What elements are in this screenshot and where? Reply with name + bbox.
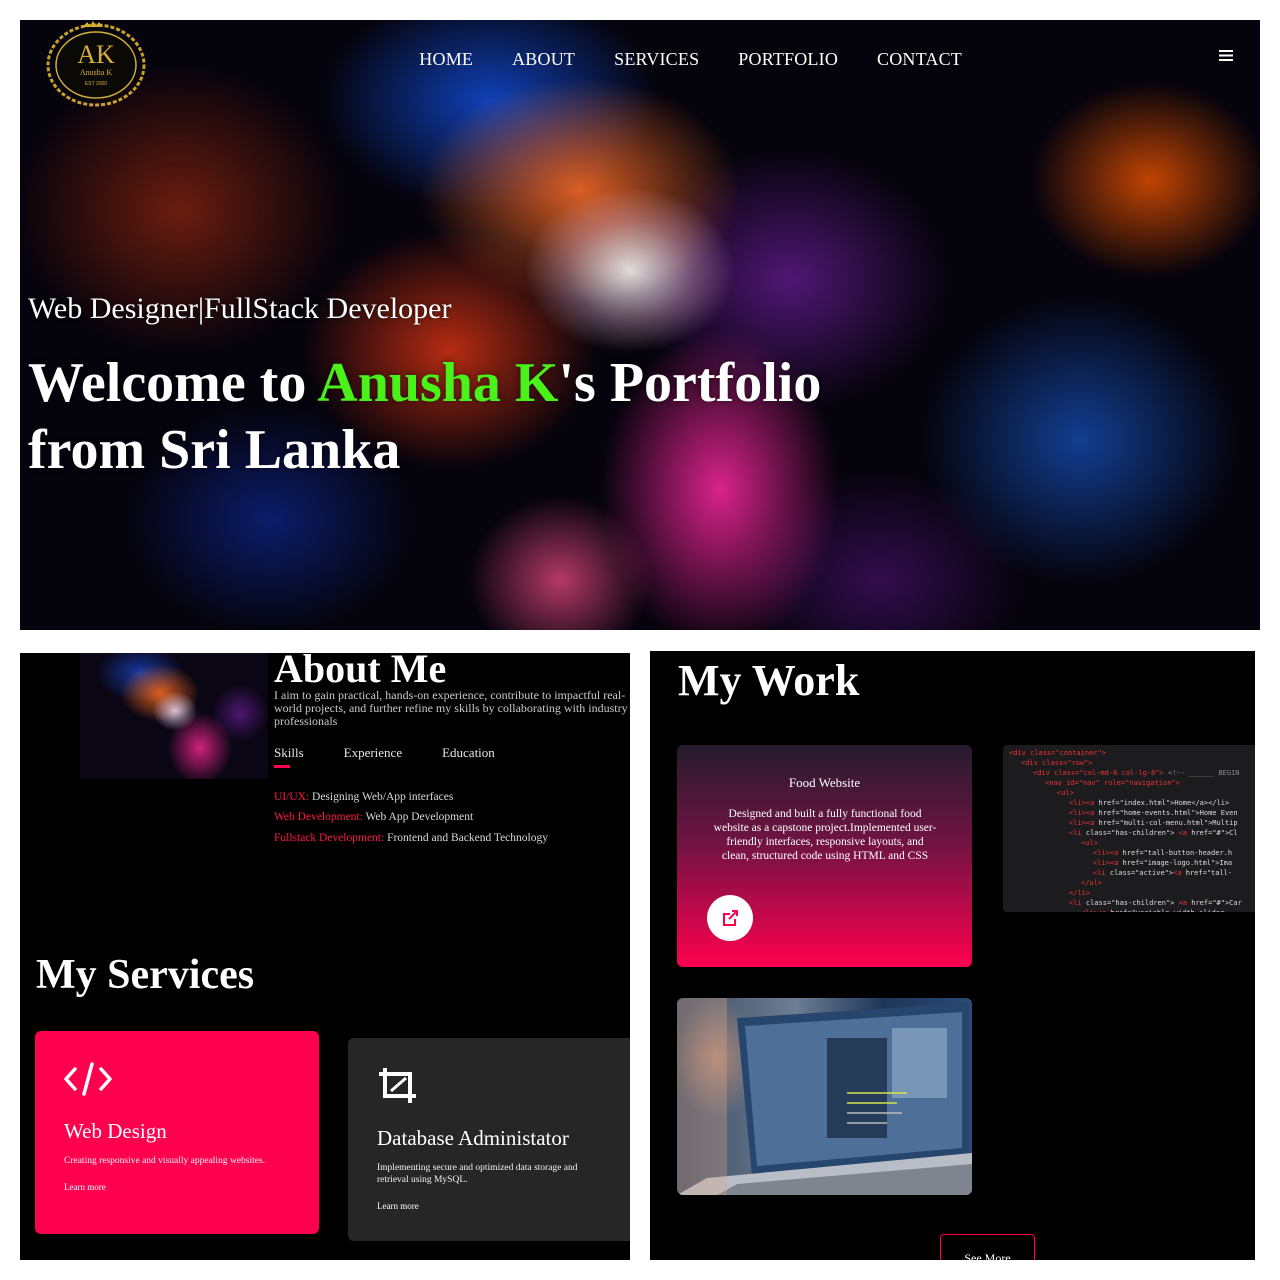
portfolio-card-laptop[interactable] xyxy=(677,998,972,1195)
portfolio-card-food-website[interactable]: Food Website Designed and built a fully … xyxy=(677,745,972,967)
about-title: About Me xyxy=(274,653,447,691)
skill-key: UI/UX: xyxy=(274,791,310,803)
nav-services[interactable]: SERVICES xyxy=(614,49,699,70)
nav-home[interactable]: HOME xyxy=(419,49,473,70)
skill-key: Web Development: xyxy=(274,811,363,823)
about-text: I aim to gain practical, hands-on experi… xyxy=(274,688,628,728)
work-panel: My Work Food Website Designed and built … xyxy=(650,651,1255,1260)
hamburger-menu-icon[interactable] xyxy=(1218,47,1234,63)
main-nav: HOME ABOUT SERVICES PORTFOLIO CONTACT xyxy=(380,44,962,74)
tab-skills[interactable]: Skills xyxy=(274,745,304,761)
hero-subtitle: Web Designer|FullStack Developer xyxy=(28,292,452,325)
skill-value: Designing Web/App interfaces xyxy=(309,791,454,803)
skill-item: Web Development: Web App Development xyxy=(274,811,473,823)
nav-contact[interactable]: CONTACT xyxy=(877,49,962,70)
service-title: Web Design xyxy=(64,1119,167,1143)
service-desc: Implementing secure and optimized data s… xyxy=(377,1163,578,1185)
hero-title: Welcome to Anusha K's Portfolio from Sri… xyxy=(28,350,928,484)
portfolio-card-title: Food Website xyxy=(788,775,861,790)
about-tabs: Skills Experience Education xyxy=(274,745,535,761)
nav-about[interactable]: ABOUT xyxy=(512,49,575,70)
open-project-button[interactable] xyxy=(707,895,753,941)
crop-icon xyxy=(379,1068,416,1103)
work-title: My Work xyxy=(678,656,860,705)
active-tab-indicator xyxy=(274,765,290,768)
code-icon xyxy=(64,1062,112,1096)
service-title: Database Administator xyxy=(377,1126,569,1150)
hero-title-suffix: 's Portfolio xyxy=(558,352,822,414)
skill-value: Web App Development xyxy=(362,811,474,823)
hero-title-name: Anusha K xyxy=(317,352,559,414)
about-image xyxy=(80,653,268,779)
tab-experience[interactable]: Experience xyxy=(344,745,402,761)
portfolio-card-desc: Designed and built a fully functional fo… xyxy=(713,808,937,862)
hero-title-prefix: Welcome to xyxy=(28,352,318,414)
about-services-panel: About Me I aim to gain practical, hands-… xyxy=(20,653,630,1260)
logo-name: Anusha K xyxy=(80,68,112,77)
service-card-database[interactable]: Database Administator Implementing secur… xyxy=(348,1038,630,1241)
nav-portfolio[interactable]: PORTFOLIO xyxy=(738,49,838,70)
hero-section: AK Anusha K EST 2000 HOME ABOUT SERVICES… xyxy=(20,20,1260,630)
skill-value: Frontend and Backend Technology xyxy=(384,832,548,844)
skill-item: Fullstack Development: Frontend and Back… xyxy=(274,832,548,844)
laptop-image xyxy=(677,998,972,1195)
service-desc: Creating responsive and visually appeali… xyxy=(64,1156,266,1166)
logo-monogram: AK xyxy=(77,40,115,69)
logo[interactable]: AK Anusha K EST 2000 xyxy=(43,21,149,109)
service-card-web-design[interactable]: Web Design Creating responsive and visua… xyxy=(35,1031,319,1234)
portfolio-card-code[interactable]: <div class="container"> <div class="row"… xyxy=(1003,745,1255,912)
services-title: My Services xyxy=(36,952,255,998)
skill-item: UI/UX: Designing Web/App interfaces xyxy=(274,791,453,803)
logo-est: EST 2000 xyxy=(85,81,107,87)
tab-education[interactable]: Education xyxy=(442,745,495,761)
see-more-button[interactable]: See More xyxy=(940,1234,1035,1260)
learn-more-link[interactable]: Learn more xyxy=(377,1201,419,1211)
external-link-icon xyxy=(723,910,739,926)
hero-title-line2: from Sri Lanka xyxy=(28,419,401,481)
skill-key: Fullstack Development: xyxy=(274,832,385,844)
learn-more-link[interactable]: Learn more xyxy=(64,1182,106,1192)
